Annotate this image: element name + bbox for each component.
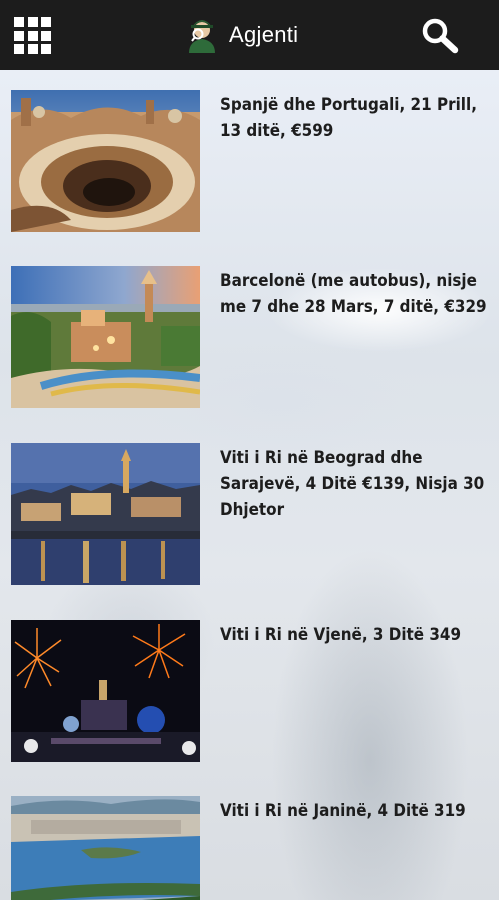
offer-thumbnail[interactable] — [11, 620, 200, 762]
app-title: Agjenti — [229, 22, 299, 47]
offer-thumbnail[interactable] — [11, 796, 200, 900]
offer-card[interactable]: Barcelonë (me autobus), nisje me 7 dhe 2… — [0, 266, 499, 408]
brand: Agjenti — [185, 14, 298, 56]
search-icon[interactable] — [420, 17, 460, 57]
app-header: Agjenti — [0, 0, 499, 70]
offer-thumbnail[interactable] — [11, 266, 200, 408]
offer-title[interactable]: Spanjë dhe Portugali, 21 Prill, 13 ditë,… — [220, 92, 491, 144]
offer-card[interactable]: Spanjë dhe Portugali, 21 Prill, 13 ditë,… — [0, 90, 499, 232]
grid-menu-icon[interactable] — [14, 17, 51, 54]
agent-logo-icon — [185, 15, 219, 55]
offer-title[interactable]: Viti i Ri në Janinë, 4 Ditë 319 — [220, 798, 491, 824]
offer-card[interactable]: Viti i Ri në Vjenë, 3 Ditë 349 — [0, 620, 499, 762]
offer-thumbnail[interactable] — [11, 90, 200, 232]
offer-title[interactable]: Viti i Ri në Vjenë, 3 Ditë 349 — [220, 622, 491, 648]
offer-thumbnail[interactable] — [11, 443, 200, 585]
offer-title[interactable]: Barcelonë (me autobus), nisje me 7 dhe 2… — [220, 268, 491, 320]
offer-card[interactable]: Viti i Ri në Janinë, 4 Ditë 319 — [0, 796, 499, 900]
offer-title[interactable]: Viti i Ri në Beograd dhe Sarajevë, 4 Dit… — [220, 445, 491, 523]
offer-card[interactable]: Viti i Ri në Beograd dhe Sarajevë, 4 Dit… — [0, 443, 499, 585]
